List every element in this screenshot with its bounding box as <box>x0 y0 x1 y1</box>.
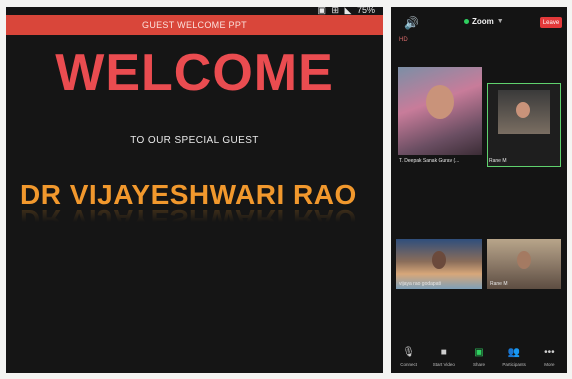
guest-subheading: TO OUR SPECIAL GUEST <box>130 135 259 146</box>
participant-tile-active[interactable] <box>487 83 561 167</box>
participant-tile[interactable]: Rane M <box>487 239 561 289</box>
status-item: ▣ <box>317 7 326 15</box>
connect-audio-button[interactable]: 🎙 Connect <box>394 347 424 367</box>
participant-face <box>517 251 531 269</box>
share-button[interactable]: ▣ Share <box>464 347 494 367</box>
start-video-button[interactable]: ■ Start Video <box>429 347 459 367</box>
presentation-title: GUEST WELCOME PPT <box>142 20 247 30</box>
chevron-down-icon: ▼ <box>496 18 504 25</box>
toolbar-label: More <box>544 362 555 367</box>
presentation-title-bar: GUEST WELCOME PPT <box>6 15 383 35</box>
toolbar-label: Start Video <box>432 362 455 367</box>
participant-face <box>432 251 446 269</box>
participant-name: Rane M <box>490 281 508 287</box>
battery-level: 75% <box>356 7 375 15</box>
toolbar-label: Participants <box>502 362 526 367</box>
leave-button[interactable]: Leave <box>540 17 562 28</box>
toolbar-label: Share <box>472 362 485 367</box>
video-icon: ■ <box>440 347 447 358</box>
share-icon: ▣ <box>474 347 484 358</box>
guest-name-reflection: DR VIJAYESHWARI RAO <box>20 204 357 235</box>
status-item: ⊞ <box>331 7 340 15</box>
meeting-header: 🔊 Zoom ▼ Leave <box>391 7 567 37</box>
participant-face <box>516 102 530 118</box>
toolbar-label: Connect <box>400 362 417 367</box>
participant-video <box>498 90 550 134</box>
participants-button[interactable]: 👥 Participants <box>499 347 529 367</box>
participant-name: vijaya rao godapati <box>399 281 441 287</box>
participant-name: T. Deepak Sanak Gurav (... <box>399 158 460 164</box>
more-icon: ••• <box>544 347 555 358</box>
secure-indicator-icon <box>464 19 469 24</box>
meeting-title-label: Zoom <box>472 17 494 26</box>
welcome-heading: WELCOME <box>55 44 334 102</box>
more-button[interactable]: ••• More <box>534 347 564 367</box>
participant-face <box>426 85 454 119</box>
speaker-icon[interactable]: 🔊 <box>404 16 419 30</box>
participant-tile[interactable] <box>398 67 482 155</box>
meeting-title[interactable]: Zoom ▼ <box>464 17 504 26</box>
microphone-icon: 🎙 <box>402 347 415 358</box>
meeting-toolbar: 🎙 Connect ■ Start Video ▣ Share 👥 Partic… <box>391 343 567 373</box>
signal-icon: ◣ <box>344 7 352 15</box>
zoom-meeting-screen: 🔊 Zoom ▼ Leave HD T. Deepak Sanak Gurav … <box>391 7 567 373</box>
status-bar: ▣ ⊞ ◣ 75% <box>314 7 375 15</box>
hd-badge: HD <box>399 37 408 43</box>
participant-name: Rane M <box>489 158 507 164</box>
presentation-screen: ▣ ⊞ ◣ 75% GUEST WELCOME PPT WELCOME TO O… <box>6 7 383 373</box>
participant-tile[interactable]: vijaya rao godapati <box>396 239 482 289</box>
participants-icon: 👥 <box>507 347 521 358</box>
